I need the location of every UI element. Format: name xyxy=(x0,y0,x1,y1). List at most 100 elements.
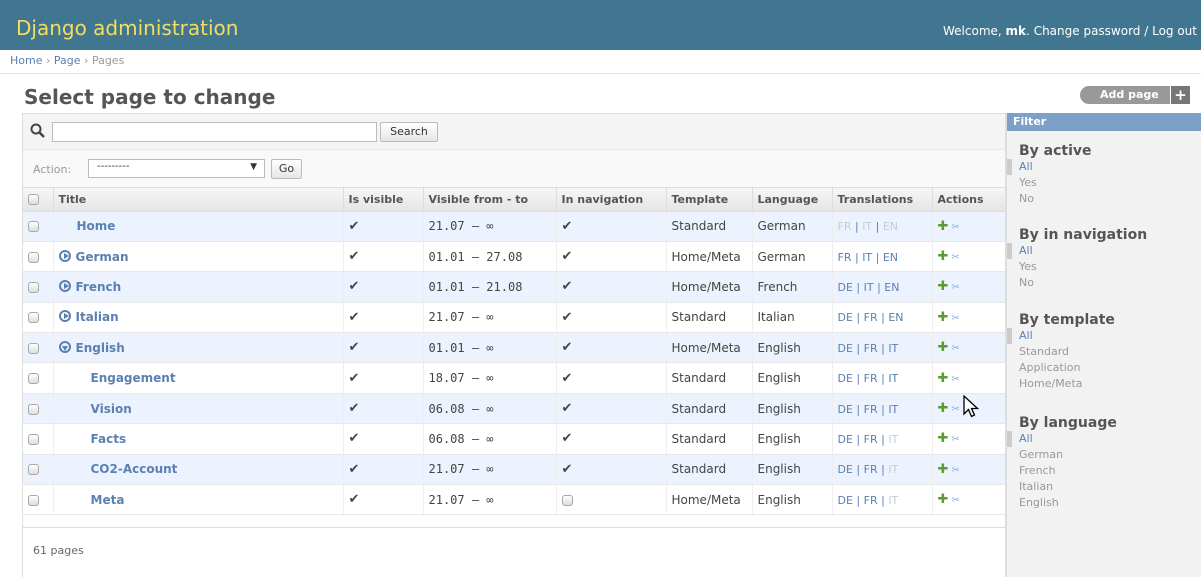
translation-link[interactable]: DE xyxy=(838,433,853,446)
filter-option[interactable]: No xyxy=(1019,191,1092,207)
translation-link[interactable]: EN xyxy=(888,311,903,324)
go-button[interactable]: Go xyxy=(271,159,302,179)
filter-option[interactable]: Standard xyxy=(1019,344,1115,360)
translation-link[interactable]: DE xyxy=(838,281,853,294)
row-checkbox[interactable] xyxy=(28,251,39,263)
breadcrumb-app[interactable]: Page xyxy=(54,54,81,67)
translation-link[interactable]: IT xyxy=(864,281,874,294)
search-input[interactable] xyxy=(52,122,377,142)
navigation-check-icon[interactable]: ✔ xyxy=(562,431,573,446)
expand-toggle-icon[interactable] xyxy=(58,310,71,323)
translation-link[interactable]: IT xyxy=(888,463,898,476)
column-header[interactable]: Visible from - to xyxy=(423,188,557,212)
select-all-checkbox[interactable] xyxy=(28,194,39,206)
column-header[interactable]: Template xyxy=(666,188,753,212)
add-child-icon[interactable]: ✚ xyxy=(938,279,949,294)
navigation-check-icon[interactable]: ✔ xyxy=(562,371,573,386)
translation-link[interactable]: FR xyxy=(864,433,878,446)
column-header[interactable]: Actions xyxy=(932,188,1005,212)
translation-link[interactable]: FR xyxy=(864,494,878,507)
translation-link[interactable]: EN xyxy=(883,251,898,264)
page-title-link[interactable]: Home xyxy=(77,219,116,233)
filter-option[interactable]: German xyxy=(1019,447,1117,463)
add-child-icon[interactable]: ✚ xyxy=(938,401,949,416)
cut-icon[interactable]: ✂ xyxy=(951,282,959,293)
translation-link[interactable]: IT xyxy=(862,251,872,264)
row-checkbox[interactable] xyxy=(28,342,39,354)
navigation-check-icon[interactable]: ✔ xyxy=(562,310,573,325)
cut-icon[interactable]: ✂ xyxy=(951,374,959,385)
translation-link[interactable]: FR xyxy=(838,220,852,233)
visible-check-icon[interactable]: ✔ xyxy=(349,462,360,477)
translation-link[interactable]: IT xyxy=(862,220,872,233)
add-child-icon[interactable]: ✚ xyxy=(938,431,949,446)
column-header[interactable]: Translations xyxy=(832,188,933,212)
visible-check-icon[interactable]: ✔ xyxy=(349,340,360,355)
cut-icon[interactable]: ✂ xyxy=(951,404,959,415)
page-title-link[interactable]: Vision xyxy=(91,402,132,416)
filter-option[interactable]: All xyxy=(1007,328,1115,344)
translation-link[interactable]: FR xyxy=(864,342,878,355)
translation-link[interactable]: DE xyxy=(838,463,853,476)
translation-link[interactable]: IT xyxy=(888,342,898,355)
breadcrumb-home[interactable]: Home xyxy=(10,54,42,67)
add-child-icon[interactable]: ✚ xyxy=(938,371,949,386)
cut-icon[interactable]: ✂ xyxy=(951,434,959,445)
visible-check-icon[interactable]: ✔ xyxy=(349,401,360,416)
row-checkbox[interactable] xyxy=(28,464,39,476)
site-brand[interactable]: Django administration xyxy=(16,16,238,40)
column-header[interactable]: In navigation xyxy=(556,188,667,212)
navigation-check-icon[interactable]: ✔ xyxy=(562,279,573,294)
visible-check-icon[interactable]: ✔ xyxy=(349,279,360,294)
filter-option[interactable]: All xyxy=(1007,159,1092,175)
cut-icon[interactable]: ✂ xyxy=(951,495,959,506)
add-page-button[interactable]: Add page + xyxy=(1080,86,1190,104)
translation-link[interactable]: FR xyxy=(838,251,852,264)
row-checkbox[interactable] xyxy=(28,221,39,233)
navigation-check-icon[interactable]: ✔ xyxy=(562,462,573,477)
column-header[interactable]: Title xyxy=(53,188,344,212)
visible-check-icon[interactable]: ✔ xyxy=(349,219,360,234)
page-title-link[interactable]: German xyxy=(76,250,129,264)
navigation-check-icon[interactable]: ✔ xyxy=(562,219,573,234)
search-button[interactable]: Search xyxy=(380,122,438,142)
row-checkbox[interactable] xyxy=(28,373,39,385)
add-child-icon[interactable]: ✚ xyxy=(938,492,949,507)
row-checkbox[interactable] xyxy=(28,494,39,506)
translation-link[interactable]: IT xyxy=(888,494,898,507)
filter-option[interactable]: Yes xyxy=(1019,259,1147,275)
filter-option[interactable]: Application xyxy=(1019,360,1115,376)
add-child-icon[interactable]: ✚ xyxy=(938,310,949,325)
translation-link[interactable]: FR xyxy=(864,463,878,476)
filter-option[interactable]: English xyxy=(1019,495,1117,511)
column-header[interactable]: Language xyxy=(752,188,833,212)
navigation-checkbox[interactable] xyxy=(561,494,573,506)
visible-check-icon[interactable]: ✔ xyxy=(349,431,360,446)
add-child-icon[interactable]: ✚ xyxy=(938,462,949,477)
cut-icon[interactable]: ✂ xyxy=(951,252,959,263)
page-title-link[interactable]: CO2-Account xyxy=(91,462,178,476)
translation-link[interactable]: IT xyxy=(888,372,898,385)
visible-check-icon[interactable]: ✔ xyxy=(349,371,360,386)
page-title-link[interactable]: Meta xyxy=(91,493,125,507)
navigation-check-icon[interactable]: ✔ xyxy=(562,340,573,355)
filter-option[interactable]: All xyxy=(1007,431,1117,447)
add-child-icon[interactable]: ✚ xyxy=(938,219,949,234)
translation-link[interactable]: FR xyxy=(864,372,878,385)
logout-link[interactable]: Log out xyxy=(1152,24,1197,38)
expand-toggle-icon[interactable] xyxy=(58,279,71,292)
row-checkbox[interactable] xyxy=(28,403,39,415)
page-title-link[interactable]: French xyxy=(76,280,122,294)
translation-link[interactable]: EN xyxy=(884,281,899,294)
column-header[interactable]: Is visible xyxy=(343,188,424,212)
filter-option[interactable]: French xyxy=(1019,463,1117,479)
translation-link[interactable]: FR xyxy=(864,403,878,416)
filter-option[interactable]: Yes xyxy=(1019,175,1092,191)
cut-icon[interactable]: ✂ xyxy=(951,222,959,233)
filter-option[interactable]: No xyxy=(1019,275,1147,291)
cut-icon[interactable]: ✂ xyxy=(951,343,959,354)
filter-option[interactable]: Italian xyxy=(1019,479,1117,495)
translation-link[interactable]: FR xyxy=(864,311,878,324)
add-child-icon[interactable]: ✚ xyxy=(938,249,949,264)
cut-icon[interactable]: ✂ xyxy=(951,313,959,324)
